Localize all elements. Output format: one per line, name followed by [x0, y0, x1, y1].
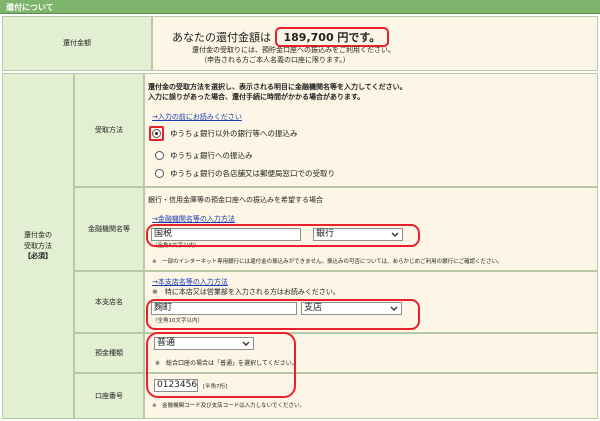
method-option-yucho[interactable]: ゆうちょ銀行への振込み — [155, 150, 253, 161]
bank-name-howto-link[interactable]: →金融機関名等の入力方法 — [152, 214, 235, 224]
deposit-account-highlight — [146, 332, 296, 398]
refund-note-1: 還付金の受取りには、預貯金口座への振込みをご利用ください。 — [192, 46, 395, 54]
refund-receipt-label: 還付金の 受取方法 【必須】 — [2, 73, 74, 419]
method-instruction-1: 還付金の受取方法を選択し、表示される明目に金融機関名等を入力してください。 — [148, 83, 407, 91]
method-instruction-2: 入力に誤りがあった場合、還付手続に時間がかかる場合があります。 — [148, 93, 365, 101]
radio-other-bank[interactable] — [152, 129, 161, 138]
refund-amount-line: あなたの還付金額は 189,700 円です。 — [172, 27, 390, 47]
method-label: 受取方法 — [74, 73, 144, 187]
refund-amount-prefix: あなたの還付金額は — [172, 31, 271, 44]
radio-yucho[interactable] — [155, 151, 164, 160]
deposit-type-label: 預金種類 — [74, 333, 144, 373]
bank-name-highlight — [146, 224, 420, 247]
section-title: 還付について — [6, 3, 54, 12]
branch-note: ※ 特に本店又は営業部を入力される方はお読みください。 — [152, 288, 340, 296]
branch-howto-link[interactable]: →本支店名等の入力方法 — [152, 277, 228, 287]
method-option-other-bank[interactable]: ゆうちょ銀行以外の銀行等への振込み — [149, 126, 298, 141]
method-option-post-office[interactable]: ゆうちょ銀行の各店舗又は郵便局窓口での受取り — [155, 168, 335, 179]
section-header: 還付について — [0, 0, 600, 14]
branch-label: 本支店名 — [74, 271, 144, 333]
refund-amount-label: 還付金額 — [2, 16, 152, 71]
account-number-note: ※ 金融機関コード及び支店コードは入力しないでください。 — [152, 403, 305, 409]
bank-name-note: ※ 一部のインターネット専用銀行には還付金の振込みができません。振込みの可否につ… — [152, 259, 503, 265]
refund-amount-value: 189,700 円です。 — [274, 27, 390, 47]
refund-note-2: （申告される方ご本人名義の口座に限ります。） — [200, 56, 350, 64]
method-read-first-link[interactable]: →入力の前にお読みください — [152, 112, 242, 122]
bank-name-desc: 銀行・信用金庫等の預金口座への振込みを希望する場合 — [148, 196, 323, 204]
bank-name-label: 金融機関名等 — [74, 187, 144, 271]
radio-post-office[interactable] — [155, 169, 164, 178]
branch-highlight — [146, 299, 420, 330]
radio-highlight — [149, 126, 164, 141]
account-number-label: 口座番号 — [74, 373, 144, 419]
